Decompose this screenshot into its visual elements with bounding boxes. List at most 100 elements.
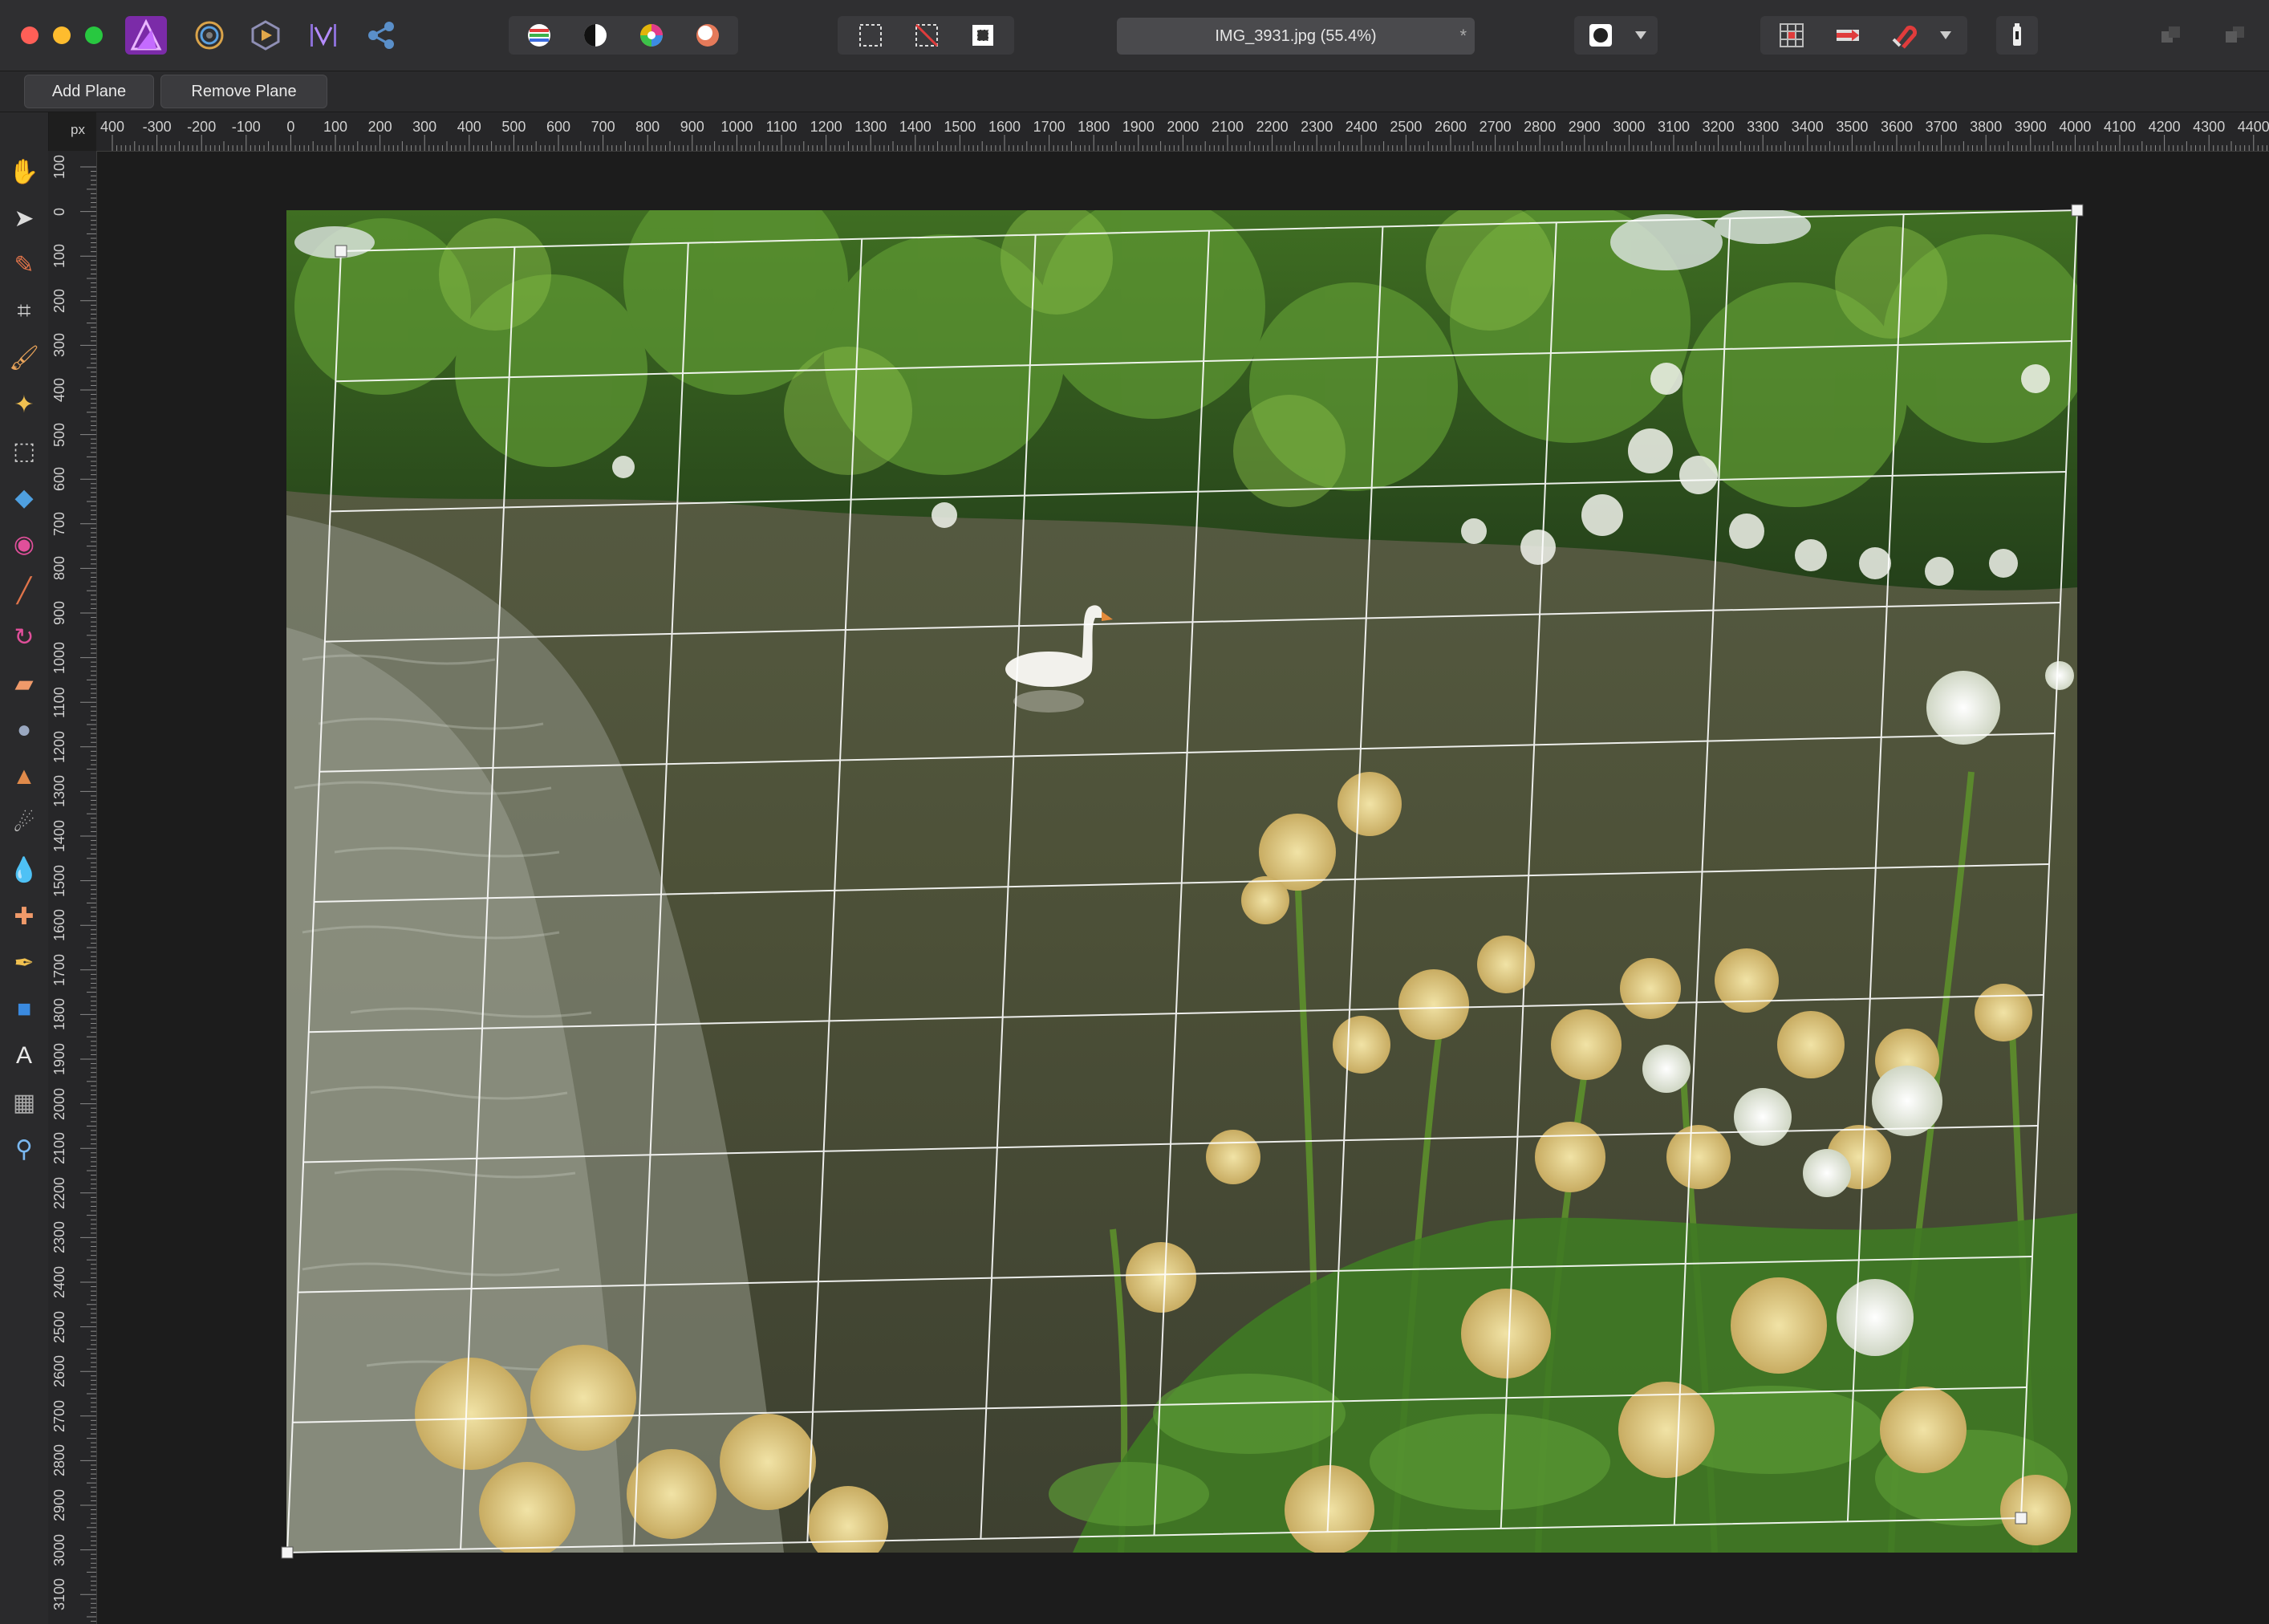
export-icon: [368, 22, 394, 49]
develop-icon: [251, 20, 280, 51]
levels-icon: [528, 24, 550, 47]
assistant-button[interactable]: [1996, 16, 2038, 55]
export-persona-button[interactable]: [361, 16, 401, 55]
paint-brush-icon: 🖌: [8, 344, 40, 371]
force-pixel-alignment-button[interactable]: [1828, 16, 1868, 55]
brush-tool-button[interactable]: ╱: [6, 573, 42, 608]
crop-tool-button[interactable]: ⌗: [6, 294, 42, 329]
invert-selection-icon: [972, 25, 993, 46]
photo-persona-button[interactable]: [125, 16, 167, 55]
color-wheel-button[interactable]: ◉: [6, 526, 42, 562]
move-tool-button[interactable]: ➤: [6, 201, 42, 236]
arrange-icon: [2161, 26, 2180, 43]
magnet-icon: [1892, 25, 1918, 49]
ruler-v-ticks: [80, 166, 96, 1622]
flood-fill-button[interactable]: ◆: [6, 480, 42, 515]
blur-tool-icon: 💧: [9, 856, 39, 883]
ruler-h-ticks: [112, 135, 2267, 151]
pen-tool-icon: ✒: [14, 949, 35, 976]
plane-handle-bottom-left[interactable]: [281, 1546, 294, 1559]
quick-mask-dropdown[interactable]: [1629, 16, 1653, 55]
document-close-icon[interactable]: *: [1459, 26, 1467, 47]
window-minimize-button[interactable]: [53, 26, 71, 44]
auto-colors-button[interactable]: [632, 16, 671, 55]
smudge-button[interactable]: ☄: [6, 806, 42, 841]
document-title: IMG_3931.jpg (55.4%): [1215, 26, 1377, 45]
healing-brush-icon: ✚: [14, 903, 35, 930]
chevron-down-icon: [1940, 31, 1951, 39]
plane-handle-bottom-right[interactable]: [2015, 1512, 2027, 1525]
magic-wand-button[interactable]: ✦: [6, 387, 42, 422]
vertical-ruler[interactable]: 100 0 100 200 300 400 500 600 700 800 900 1000 1100 1…: [48, 151, 97, 1624]
perspective-plane-grid[interactable]: [97, 152, 2269, 1624]
deselect-icon: [915, 23, 939, 47]
eraser-icon: ▰: [14, 670, 34, 697]
add-plane-button[interactable]: Add Plane: [24, 75, 154, 108]
arrange-back-button[interactable]: [2153, 16, 2189, 55]
snapping-button[interactable]: [1884, 16, 1924, 55]
pixel-alignment-icon: [1837, 30, 1859, 41]
quick-mask-button[interactable]: [1582, 16, 1619, 55]
pen-tool-button[interactable]: ✒: [6, 945, 42, 980]
zoom-tool-icon: ⚲: [15, 1135, 33, 1163]
arrange-front-button[interactable]: [2218, 16, 2253, 55]
arrange-icon: [2226, 26, 2244, 43]
liquify-icon: [195, 21, 224, 50]
levels-button[interactable]: [520, 16, 558, 55]
mesh-warp-icon: ▦: [12, 1089, 36, 1116]
affinity-photo-icon: [130, 18, 162, 51]
select-all-button[interactable]: [850, 16, 891, 55]
dodge-burn-button[interactable]: ●: [6, 713, 42, 748]
hand-tool-button[interactable]: ✋: [6, 154, 42, 189]
text-tool-button[interactable]: A: [6, 1038, 42, 1074]
color-picker-icon: ✎: [14, 251, 35, 278]
color-wheel-icon: ◉: [13, 530, 35, 558]
grid-toggle-button[interactable]: [1772, 16, 1812, 55]
zoom-tool-button[interactable]: ⚲: [6, 1131, 42, 1167]
chevron-down-icon: [1635, 31, 1646, 39]
tools-panel: ✋ ➤ ✎ ⌗ 🖌 ✦ ⬚ ◆ ◉ ╱ ↻ ▰ ● ▲ ☄ 💧 ✚ ✒ ■ A ▦ ⚲: [0, 112, 49, 1624]
color-picker-button[interactable]: ✎: [6, 247, 42, 282]
quick-mask-icon: [1589, 24, 1612, 47]
marquee-select-button[interactable]: ⬚: [6, 433, 42, 469]
auto-contrast-button[interactable]: [576, 16, 615, 55]
white-balance-icon: [696, 24, 719, 47]
mesh-warp-button[interactable]: ▦: [6, 1085, 42, 1120]
auto-white-balance-button[interactable]: [688, 16, 727, 55]
text-tool-icon: A: [15, 1042, 32, 1069]
eraser-button[interactable]: ▰: [6, 666, 42, 701]
color-balance-icon: [640, 24, 663, 47]
healing-brush-button[interactable]: ✚: [6, 899, 42, 934]
marquee-icon: [859, 24, 882, 47]
selection-brush-icon: ↻: [14, 623, 35, 651]
grid-icon: [1780, 23, 1804, 47]
horizontal-ruler[interactable]: 400 -300 -200 -100 0 100 200 300 400 500 600 700 800…: [96, 112, 2269, 152]
rectangle-tool-button[interactable]: ■: [6, 992, 42, 1027]
magic-wand-icon: ✦: [14, 391, 35, 418]
invert-selection-button[interactable]: [963, 16, 1003, 55]
document-tab[interactable]: IMG_3931.jpg (55.4%) *: [1117, 18, 1475, 55]
paint-brush-button[interactable]: 🖌: [6, 340, 42, 376]
selection-brush-button[interactable]: ↻: [6, 619, 42, 655]
window-close-button[interactable]: [21, 26, 39, 44]
clone-stamp-icon: ▲: [12, 763, 36, 790]
assistant-icon: [2013, 23, 2021, 46]
context-toolbar: Add Plane Remove Plane: [0, 71, 2269, 112]
clone-stamp-button[interactable]: ▲: [6, 759, 42, 794]
window-maximize-button[interactable]: [85, 26, 103, 44]
remove-plane-button[interactable]: Remove Plane: [160, 75, 327, 108]
marquee-select-icon: ⬚: [12, 437, 36, 465]
deselect-button[interactable]: [907, 16, 947, 55]
document-canvas[interactable]: [97, 152, 2269, 1624]
hand-tool-icon: ✋: [9, 158, 39, 185]
move-tool-icon: ➤: [14, 205, 35, 232]
smudge-icon: ☄: [13, 810, 35, 837]
liquify-persona-button[interactable]: [189, 16, 229, 55]
snapping-dropdown[interactable]: [1934, 16, 1958, 55]
plane-handle-top-left[interactable]: [335, 245, 347, 258]
plane-handle-top-right[interactable]: [2071, 204, 2084, 217]
develop-persona-button[interactable]: [246, 16, 286, 55]
tone-mapping-persona-button[interactable]: [303, 16, 343, 55]
flood-fill-icon: ◆: [14, 484, 34, 511]
blur-tool-button[interactable]: 💧: [6, 852, 42, 887]
